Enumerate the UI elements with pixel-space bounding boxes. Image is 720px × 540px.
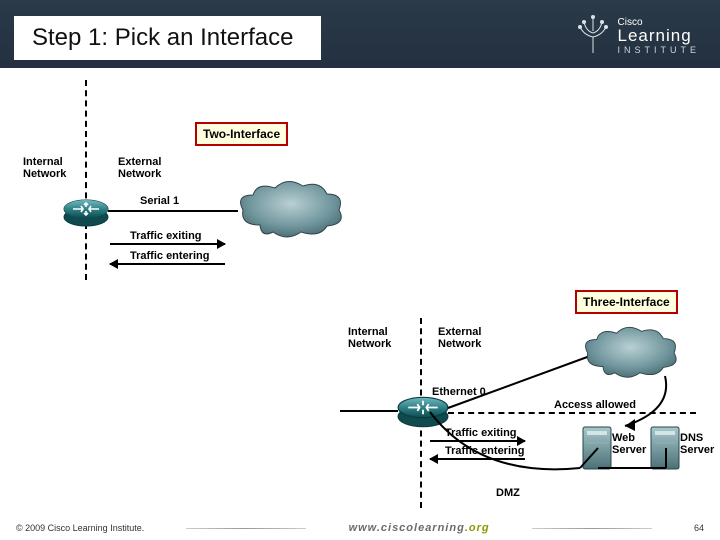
brand-logo: Cisco Learning INSTITUTE: [574, 13, 701, 55]
traffic-exiting-label-1: Traffic exiting: [130, 230, 202, 242]
traffic-exiting-label-2: Traffic exiting: [445, 427, 517, 439]
external-network-label-2: External Network: [438, 326, 481, 350]
serial1-label: Serial 1: [140, 195, 179, 207]
brand-text: Cisco Learning INSTITUTE: [618, 13, 701, 55]
cisco-tree-icon: [574, 13, 612, 55]
title-box: Step 1: Pick an Interface: [14, 16, 321, 60]
page-title: Step 1: Pick an Interface: [32, 24, 293, 52]
copyright: © 2009 Cisco Learning Institute.: [16, 523, 144, 533]
traffic-entering-arrow-1: [110, 263, 225, 265]
internal-network-label-2: Internal Network: [348, 326, 391, 350]
two-interface-label-box: Two-Interface: [195, 122, 288, 146]
dmz-label: DMZ: [496, 487, 520, 499]
internet-cloud-icon-1: [235, 180, 345, 245]
link-router-cloud-1: [108, 210, 238, 212]
three-interface-label-box: Three-Interface: [575, 290, 678, 314]
two-if-divider: [85, 80, 87, 280]
page-number: 64: [694, 523, 704, 533]
footer: © 2009 Cisco Learning Institute. www.cis…: [0, 522, 720, 534]
traffic-entering-arrow-2: [430, 458, 525, 460]
header-bar: Step 1: Pick an Interface: [0, 0, 720, 68]
three-interface-label: Three-Interface: [583, 295, 670, 309]
footer-sep-left: [186, 528, 306, 529]
two-interface-label: Two-Interface: [203, 127, 280, 141]
brand-big: Learning: [618, 26, 692, 45]
traffic-exiting-arrow-1: [110, 243, 225, 245]
footer-url: www.ciscolearning.org: [349, 522, 490, 534]
link-router-internal: [340, 410, 398, 412]
brand-sub: INSTITUTE: [618, 46, 701, 55]
external-network-label-1: External Network: [118, 156, 161, 180]
traffic-exiting-arrow-2: [430, 440, 525, 442]
router-icon-1: [63, 198, 109, 224]
footer-sep-right: [532, 528, 652, 529]
internal-network-label-1: Internal Network: [23, 156, 66, 180]
traffic-entering-label-1: Traffic entering: [130, 250, 209, 262]
traffic-entering-label-2: Traffic entering: [445, 445, 524, 457]
